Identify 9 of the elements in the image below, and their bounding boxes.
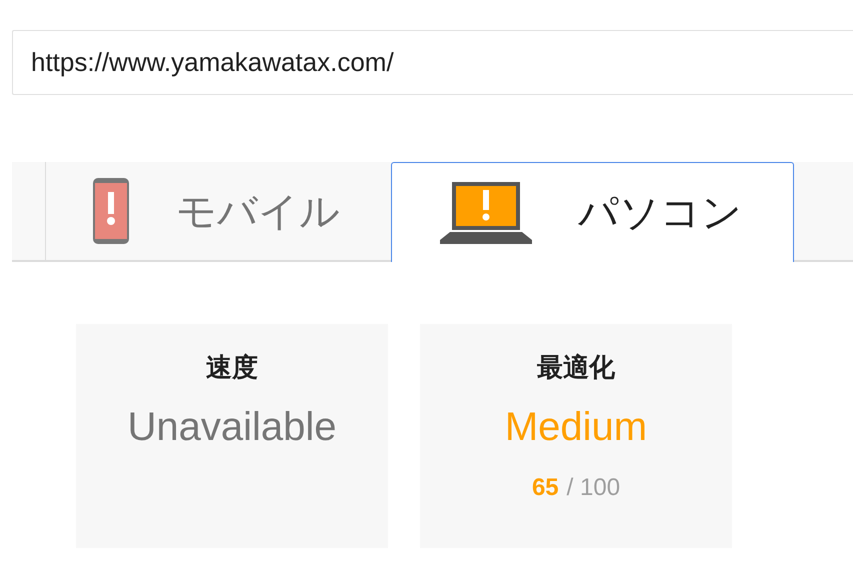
card-title: 速度: [206, 351, 258, 384]
rating-text: Medium: [504, 405, 648, 450]
card-title: 最適化: [537, 351, 615, 384]
device-tab[interactable]: パソコン: [391, 162, 794, 262]
rating-text: Unavailable: [127, 405, 337, 450]
device-tab[interactable]: モバイル: [46, 162, 391, 260]
score-value: 65: [532, 474, 559, 502]
score-max: / 100: [566, 474, 620, 502]
url-field[interactable]: https://www.yamakawatax.com/: [12, 30, 853, 95]
